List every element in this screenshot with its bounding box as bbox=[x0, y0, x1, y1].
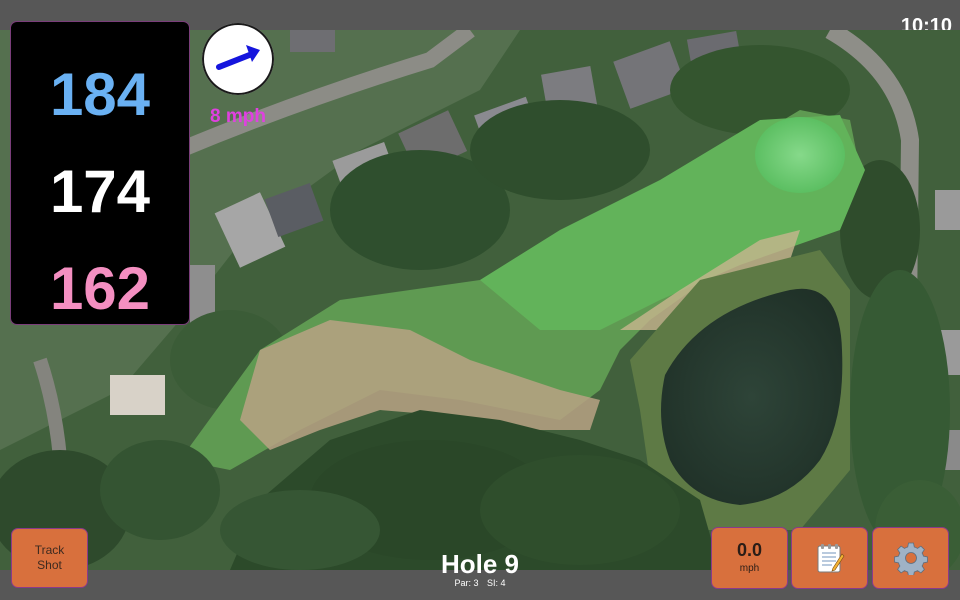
front-distance: 162 bbox=[49, 255, 151, 322]
back-distance: 184 bbox=[49, 61, 151, 128]
speed-value: 0.0 bbox=[736, 540, 763, 560]
notepad-icon bbox=[817, 544, 844, 573]
speed-unit: mph bbox=[739, 563, 760, 574]
speed-button[interactable]: 0.0 mph bbox=[712, 528, 787, 588]
middle-distance: 174 bbox=[49, 158, 151, 225]
hole-title: Hole 9 bbox=[440, 549, 520, 579]
track-shot-button[interactable]: Track Shot bbox=[12, 529, 87, 587]
wind-speed-label: 8 mph bbox=[210, 106, 266, 127]
wind-direction-dial bbox=[202, 23, 274, 95]
settings-button[interactable] bbox=[873, 528, 948, 588]
hole-stroke-index: SI: 4 bbox=[487, 578, 506, 588]
hole-meta: Par: 3 SI: 4 bbox=[380, 577, 580, 589]
notes-button[interactable] bbox=[792, 528, 867, 588]
hole-par: Par: 3 bbox=[454, 578, 479, 588]
gear-icon bbox=[893, 542, 928, 575]
arrow-icon bbox=[216, 45, 260, 70]
track-shot-label-line1: Track bbox=[34, 543, 65, 557]
track-shot-label-line2: Shot bbox=[37, 558, 62, 572]
distance-panel: 184 174 162 bbox=[11, 22, 189, 324]
